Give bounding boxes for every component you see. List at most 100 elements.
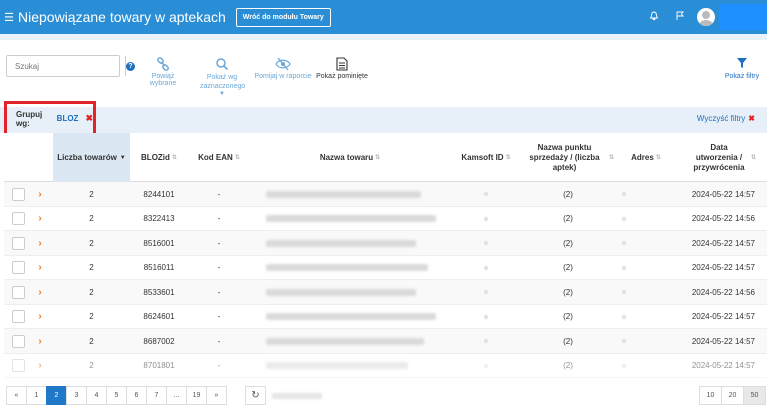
link-icon <box>140 57 186 73</box>
table-row[interactable]: › 2 8516001 - (2) 2024-05-22 14:57 <box>4 231 767 256</box>
column-header-name[interactable]: Nazwa towaru ⇅ <box>250 133 450 182</box>
back-to-products-button[interactable]: Wróć do modułu Towary <box>235 7 331 27</box>
cell-pos: (2) <box>563 361 573 370</box>
page-button[interactable]: 6 <box>126 386 147 405</box>
filter-bar <box>0 107 767 133</box>
table-row[interactable]: › 2 8516011 - (2) 2024-05-22 14:57 <box>4 256 767 280</box>
cell-count: 2 <box>89 189 94 199</box>
cell-kamsoft-redacted <box>450 207 522 231</box>
row-checkbox[interactable] <box>11 359 25 372</box>
table-row[interactable]: › 2 8533601 - (2) 2024-05-22 14:56 <box>4 280 767 305</box>
chevron-right-icon[interactable]: › <box>32 256 48 280</box>
cell-bloz: 8516011 <box>143 263 175 272</box>
cell-bloz: 8244101 <box>143 189 175 199</box>
column-header-address[interactable]: Adres ⇅ <box>614 133 678 182</box>
chevron-down-icon[interactable]: ▼ <box>200 91 244 97</box>
column-label: BLOZid <box>141 152 170 162</box>
column-header-kamsoft[interactable]: Kamsoft ID ⇅ <box>450 133 522 182</box>
page-button[interactable]: 7 <box>146 386 167 405</box>
chevron-right-icon[interactable]: › <box>32 207 48 231</box>
table-row[interactable]: › 2 8624601 - (2) 2024-05-22 14:57 <box>4 305 767 329</box>
cell-count: 2 <box>89 238 94 248</box>
prev-page-button[interactable]: « <box>6 386 27 405</box>
cell-bloz: 8516001 <box>143 238 175 248</box>
cell-name-redacted <box>266 329 424 353</box>
table-row[interactable]: › 2 8701801 - (2) 2024-05-22 14:57 <box>4 354 767 378</box>
column-header-ean[interactable]: Kod EAN ⇅ <box>188 133 250 182</box>
skip-in-report-button[interactable]: Pomijaj w raporcie <box>254 57 312 80</box>
show-filters-button[interactable]: Pokaż filtry <box>722 57 762 80</box>
chevron-right-icon[interactable]: › <box>32 280 48 304</box>
bell-icon[interactable] <box>641 11 667 24</box>
cell-address-redacted <box>614 231 634 255</box>
row-checkbox[interactable] <box>11 310 25 323</box>
cell-kamsoft-redacted <box>450 280 522 304</box>
page-size-option[interactable]: 20 <box>721 386 744 405</box>
column-header-count[interactable]: Liczba towarów ▼ <box>53 133 130 182</box>
user-menu[interactable] <box>719 4 767 30</box>
next-page-button[interactable]: » <box>206 386 227 405</box>
row-checkbox[interactable] <box>11 236 25 250</box>
chevron-right-icon[interactable]: › <box>32 354 48 378</box>
cell-date: 2024-05-22 14:57 <box>691 312 755 321</box>
column-header-bloz[interactable]: BLOZid ⇅ <box>130 133 188 182</box>
row-checkbox[interactable] <box>11 285 25 299</box>
table-row[interactable]: › 2 8322413 - (2) 2024-05-22 14:56 <box>4 207 767 231</box>
refresh-icon[interactable]: ↻ <box>245 386 266 405</box>
row-checkbox[interactable] <box>11 212 25 225</box>
column-label: Kamsoft ID <box>461 152 504 162</box>
page-button[interactable]: ... <box>166 386 187 405</box>
chevron-right-icon[interactable]: › <box>32 231 48 255</box>
page-button[interactable]: 1 <box>26 386 47 405</box>
flag-icon[interactable] <box>667 11 693 24</box>
pagination-info <box>272 393 322 399</box>
close-icon[interactable]: ✖ <box>85 113 93 124</box>
chevron-right-icon[interactable]: › <box>32 329 48 353</box>
page-button[interactable]: 2 <box>46 386 67 405</box>
row-select-cell <box>10 231 26 255</box>
hamburger-icon[interactable]: ☰ <box>0 11 18 24</box>
user-avatar-icon[interactable] <box>697 8 715 26</box>
cell-address-redacted <box>614 354 634 378</box>
show-filters-label: Pokaż filtry <box>724 73 760 80</box>
table-row[interactable]: › 2 8687002 - (2) 2024-05-22 14:57 <box>4 329 767 354</box>
link-selected-button[interactable]: Powiąż wybrane <box>140 57 186 87</box>
eye-slash-icon <box>254 57 312 73</box>
cell-kamsoft-redacted <box>450 354 522 378</box>
sort-icon: ⇅ <box>655 154 661 161</box>
cell-count: 2 <box>89 287 94 297</box>
cell-pos: (2) <box>563 312 573 321</box>
clear-filters-label: Wyczyść filtry <box>696 114 746 123</box>
table-row[interactable]: › 2 8244101 - (2) 2024-05-22 14:57 <box>4 182 767 207</box>
sort-icon: ⇅ <box>750 154 757 161</box>
row-checkbox[interactable] <box>11 261 25 274</box>
sort-desc-icon: ▼ <box>119 154 126 161</box>
page-size-option[interactable]: 50 <box>743 386 766 405</box>
funnel-icon <box>722 57 762 73</box>
row-checkbox[interactable] <box>11 187 25 201</box>
cell-kamsoft-redacted <box>450 305 522 329</box>
column-header-pos[interactable]: Nazwa punktu sprzedaży / (liczba aptek) ⇅ <box>522 133 614 182</box>
search-input[interactable] <box>7 56 125 76</box>
chevron-right-icon[interactable]: › <box>32 305 48 329</box>
cell-count: 2 <box>89 336 94 346</box>
cell-kamsoft-redacted <box>450 182 522 206</box>
row-checkbox[interactable] <box>11 334 25 348</box>
search-icon <box>200 57 244 73</box>
clear-filters-button[interactable]: Wyczyść filtry ✖ <box>697 114 755 123</box>
page-button[interactable]: 4 <box>86 386 107 405</box>
page-size-option[interactable]: 10 <box>699 386 722 405</box>
page-button[interactable]: 19 <box>186 386 207 405</box>
column-header-date[interactable]: Data utworzenia / przywrócenia ⇅ <box>678 133 767 182</box>
chevron-right-icon[interactable]: › <box>32 182 48 206</box>
row-select-cell <box>10 280 26 304</box>
search-help-button[interactable]: ? <box>125 56 135 76</box>
group-by-label: Grupuj wg: <box>16 109 43 128</box>
cell-ean: - <box>217 189 221 199</box>
show-skipped-button[interactable]: Pokaż pominięte <box>315 57 369 80</box>
cell-ean: - <box>217 361 221 370</box>
page-button[interactable]: 3 <box>66 386 87 405</box>
show-by-selected-button[interactable]: Pokaż wg zaznaczonego ▼ <box>200 57 245 97</box>
page-button[interactable]: 5 <box>106 386 127 405</box>
cell-bloz: 8624601 <box>143 312 175 321</box>
